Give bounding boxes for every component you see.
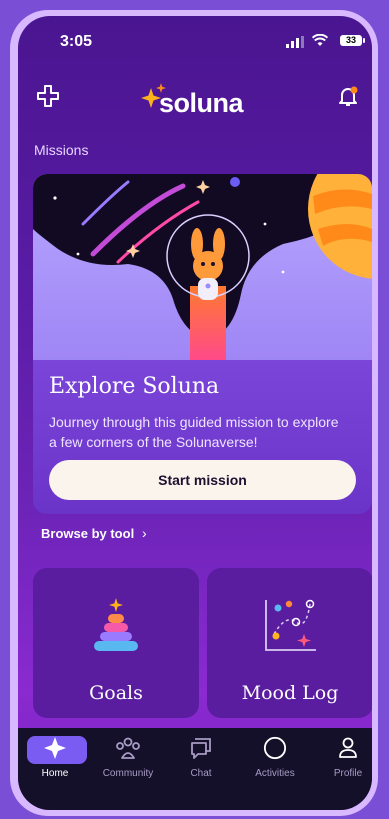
section-title-missions: Missions — [34, 142, 89, 158]
nav-item-community[interactable]: Community — [95, 736, 161, 780]
phone-screen: 3:05 33 soluna Missions Explore Soluna J… — [18, 16, 372, 810]
bottom-navigation: Home Community Chat Activities Profile — [18, 728, 372, 810]
mission-description: Journey through this guided mission to e… — [49, 414, 339, 450]
stacked-rings-icon — [94, 598, 138, 651]
tool-tile-goals[interactable]: Goals — [33, 568, 199, 718]
mission-card-body: Explore Soluna Journey through this guid… — [33, 360, 372, 514]
signal-icon — [286, 36, 304, 48]
status-bar: 3:05 33 — [18, 16, 372, 60]
chat-icon — [191, 738, 211, 759]
nav-label-chat: Chat — [190, 768, 212, 779]
tool-label-mood-log: Mood Log — [241, 682, 339, 704]
nav-label-home: Home — [41, 768, 69, 779]
nav-item-activities[interactable]: Activities — [242, 736, 308, 780]
chevron-right-icon[interactable]: › — [142, 525, 147, 541]
nav-label-community: Community — [102, 768, 154, 779]
brand-logo-text: soluna — [159, 88, 244, 118]
mood-graph-icon — [265, 599, 316, 651]
tool-label-goals: Goals — [89, 682, 143, 704]
nav-item-home[interactable]: Home — [22, 736, 88, 780]
nav-label-profile: Profile — [333, 768, 363, 779]
activities-circle-icon — [263, 736, 287, 760]
wifi-icon — [312, 34, 328, 46]
nav-item-chat[interactable]: Chat — [168, 736, 234, 780]
top-bar: soluna — [18, 76, 372, 120]
profile-icon — [339, 737, 357, 758]
plus-cross-icon[interactable] — [36, 84, 60, 108]
notification-bell-icon[interactable] — [336, 84, 360, 108]
status-time: 3:05 — [60, 33, 93, 50]
battery-icon: 33 — [340, 35, 365, 46]
community-icon — [116, 737, 140, 759]
browse-by-tool-link[interactable]: Browse by tool — [41, 526, 134, 541]
mission-title: Explore Soluna — [49, 374, 220, 399]
nav-label-activities: Activities — [255, 768, 295, 779]
nav-item-profile[interactable]: Profile — [315, 736, 372, 780]
tool-tile-mood-log[interactable]: Mood Log — [207, 568, 372, 718]
start-mission-button[interactable]: Start mission — [49, 460, 356, 500]
mission-illustration — [33, 174, 372, 360]
mission-card[interactable]: Explore Soluna Journey through this guid… — [33, 174, 372, 514]
home-sparkle-icon — [44, 737, 66, 759]
